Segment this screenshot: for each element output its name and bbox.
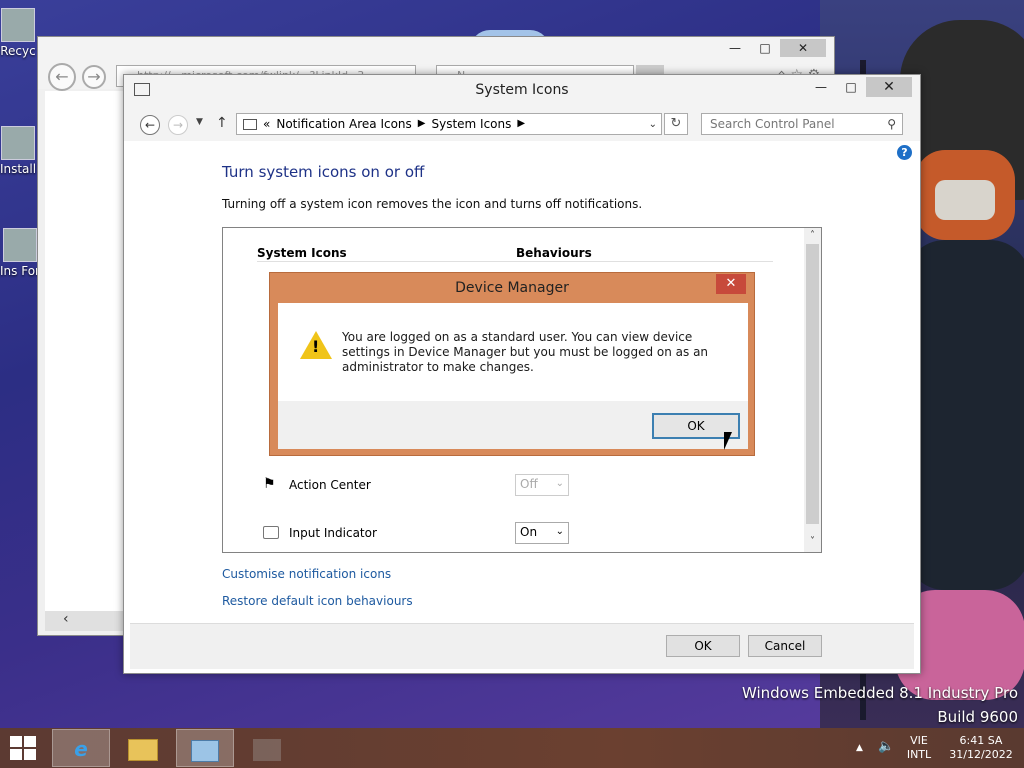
os-watermark-build: Build 9600 — [937, 708, 1018, 726]
row-label: Action Center — [289, 478, 371, 492]
show-hidden-icons-chevron-icon[interactable]: ▲ — [856, 741, 863, 755]
scroll-up-icon[interactable]: ˄ — [804, 230, 821, 241]
browser-window-controls: — □ ✕ — [720, 39, 826, 57]
page-title: Turn system icons on or off — [222, 163, 425, 181]
taskbar-device-manager[interactable] — [238, 729, 296, 767]
search-input[interactable]: Search Control Panel ⚲ — [701, 113, 903, 135]
taskbar-internet-explorer[interactable]: e — [52, 729, 110, 767]
window-title: System Icons — [475, 82, 569, 98]
start-button[interactable] — [10, 736, 38, 762]
behaviour-select-input-indicator[interactable]: On ⌄ — [515, 522, 569, 544]
keyboard-layout: INTL — [906, 748, 932, 761]
window-controls: — □ ✕ — [806, 77, 912, 97]
recycle-bin-icon — [1, 8, 35, 42]
ok-button[interactable]: OK — [666, 635, 740, 657]
desktop-icon-label: Install — [0, 162, 37, 176]
close-icon[interactable]: ✕ — [716, 274, 746, 294]
close-icon[interactable]: ✕ — [866, 77, 912, 97]
chevron-down-icon: ⌄ — [555, 478, 564, 489]
device-manager-dialog[interactable]: Device Manager ✕ ! You are logged on as … — [269, 272, 755, 456]
folder-icon — [128, 738, 158, 761]
language-code: VIE — [910, 734, 928, 747]
system-tray: ▲ 🔈 VIE INTL 6:41 SA 31/12/2022 — [844, 728, 1024, 768]
help-icon[interactable]: ? — [897, 145, 912, 160]
clock-time: 6:41 SA — [959, 734, 1003, 747]
select-value: On — [520, 525, 538, 539]
chevron-down-icon[interactable]: ⌄ — [649, 117, 657, 133]
desktop-icon-label: Recyc — [0, 44, 36, 58]
dialog-title: Device Manager — [455, 280, 569, 296]
breadcrumb-overflow[interactable]: « — [263, 116, 270, 132]
browser-nav: ← → — [48, 63, 106, 91]
clock[interactable]: 6:41 SA 31/12/2022 — [944, 734, 1018, 762]
chevron-down-icon: ⌄ — [555, 526, 564, 537]
scrollbar-thumb[interactable] — [806, 244, 819, 524]
taskbar: e ▲ 🔈 VIE INTL 6:41 SA 31/12/2022 — [0, 728, 1024, 768]
minimize-icon[interactable]: — — [720, 39, 750, 57]
browser-page — [45, 91, 123, 631]
breadcrumb-item-system-icons[interactable]: System Icons — [431, 116, 511, 132]
list-item-action-center: ⚑ Action Center Off ⌄ — [263, 474, 683, 502]
breadcrumb-item-notification-area[interactable]: Notification Area Icons — [276, 116, 411, 132]
flag-icon: ⚑ — [263, 476, 276, 492]
dialog-body: ! You are logged on as a standard user. … — [278, 303, 748, 449]
windows-logo-icon — [10, 749, 22, 760]
refresh-icon[interactable]: ↻ — [664, 113, 688, 135]
warning-icon: ! — [300, 331, 332, 359]
keyboard-icon — [263, 526, 279, 539]
behaviour-select-action-center[interactable]: Off ⌄ — [515, 474, 569, 496]
search-icon[interactable]: ⚲ — [887, 117, 896, 131]
taskbar-file-explorer[interactable] — [114, 729, 172, 767]
row-label: Input Indicator — [289, 526, 377, 540]
installer-icon — [1, 126, 35, 160]
close-icon[interactable]: ✕ — [780, 39, 826, 57]
up-arrow-icon[interactable]: ↑ — [216, 115, 228, 131]
column-header-system-icons: System Icons — [257, 246, 347, 260]
maximize-icon[interactable]: □ — [836, 77, 866, 97]
dialog-footer: OK Cancel — [130, 623, 914, 669]
restore-default-behaviours-link[interactable]: Restore default icon behaviours — [222, 594, 413, 608]
cancel-button[interactable]: Cancel — [748, 635, 822, 657]
scroll-down-icon[interactable]: ˅ — [804, 536, 821, 547]
forward-arrow-icon[interactable]: → — [168, 115, 188, 135]
dialog-message: You are logged on as a standard user. Yo… — [342, 330, 709, 374]
maximize-icon[interactable]: □ — [750, 39, 780, 57]
back-arrow-icon[interactable]: ← — [48, 63, 76, 91]
minimize-icon[interactable]: — — [806, 77, 836, 97]
forward-arrow-icon[interactable]: → — [82, 65, 106, 89]
customise-notification-icons-link[interactable]: Customise notification icons — [222, 567, 391, 581]
recent-locations-chevron-icon[interactable]: ▼ — [196, 117, 203, 127]
list-item-input-indicator: Input Indicator On ⌄ — [263, 522, 683, 550]
taskbar-control-panel[interactable] — [176, 729, 234, 767]
page-description: Turning off a system icon removes the ic… — [222, 197, 643, 211]
breadcrumb[interactable]: « Notification Area Icons ▶ System Icons… — [236, 113, 662, 135]
breadcrumb-separator-icon[interactable]: ▶ — [418, 116, 426, 132]
back-arrow-icon[interactable]: ← — [140, 115, 160, 135]
input-language-indicator[interactable]: VIE INTL — [902, 734, 936, 762]
breadcrumb-separator-icon[interactable]: ▶ — [517, 116, 525, 132]
column-header-behaviours: Behaviours — [516, 246, 592, 260]
list-header: System Icons Behaviours — [257, 246, 773, 262]
desktop-icon-label: Ins For — [0, 264, 40, 278]
mouse-cursor-icon — [724, 432, 732, 450]
search-placeholder: Search Control Panel — [710, 117, 835, 131]
wallpaper-character-mask — [935, 180, 995, 220]
horizontal-scrollbar[interactable]: ‹ — [45, 611, 125, 631]
title-bar: System Icons — □ ✕ — [124, 75, 920, 105]
windows-logo-icon — [10, 736, 22, 747]
os-watermark-edition: Windows Embedded 8.1 Industry Pro — [741, 684, 1018, 702]
select-value: Off — [520, 477, 538, 491]
vertical-scrollbar[interactable]: ˄ ˅ — [804, 228, 821, 552]
device-manager-icon — [253, 738, 281, 761]
navigation-bar: ← → ▼ ↑ « Notification Area Icons ▶ Syst… — [124, 105, 920, 141]
control-panel-icon — [191, 739, 219, 762]
speaker-muted-icon[interactable]: 🔈 — [878, 740, 894, 754]
windows-logo-icon — [24, 749, 36, 760]
clock-date: 31/12/2022 — [949, 748, 1013, 761]
computer-icon — [243, 118, 257, 130]
control-panel-icon — [134, 83, 150, 96]
windows-logo-icon — [24, 736, 36, 747]
wallpaper-character-body — [905, 240, 1024, 590]
installer-icon — [3, 228, 37, 262]
